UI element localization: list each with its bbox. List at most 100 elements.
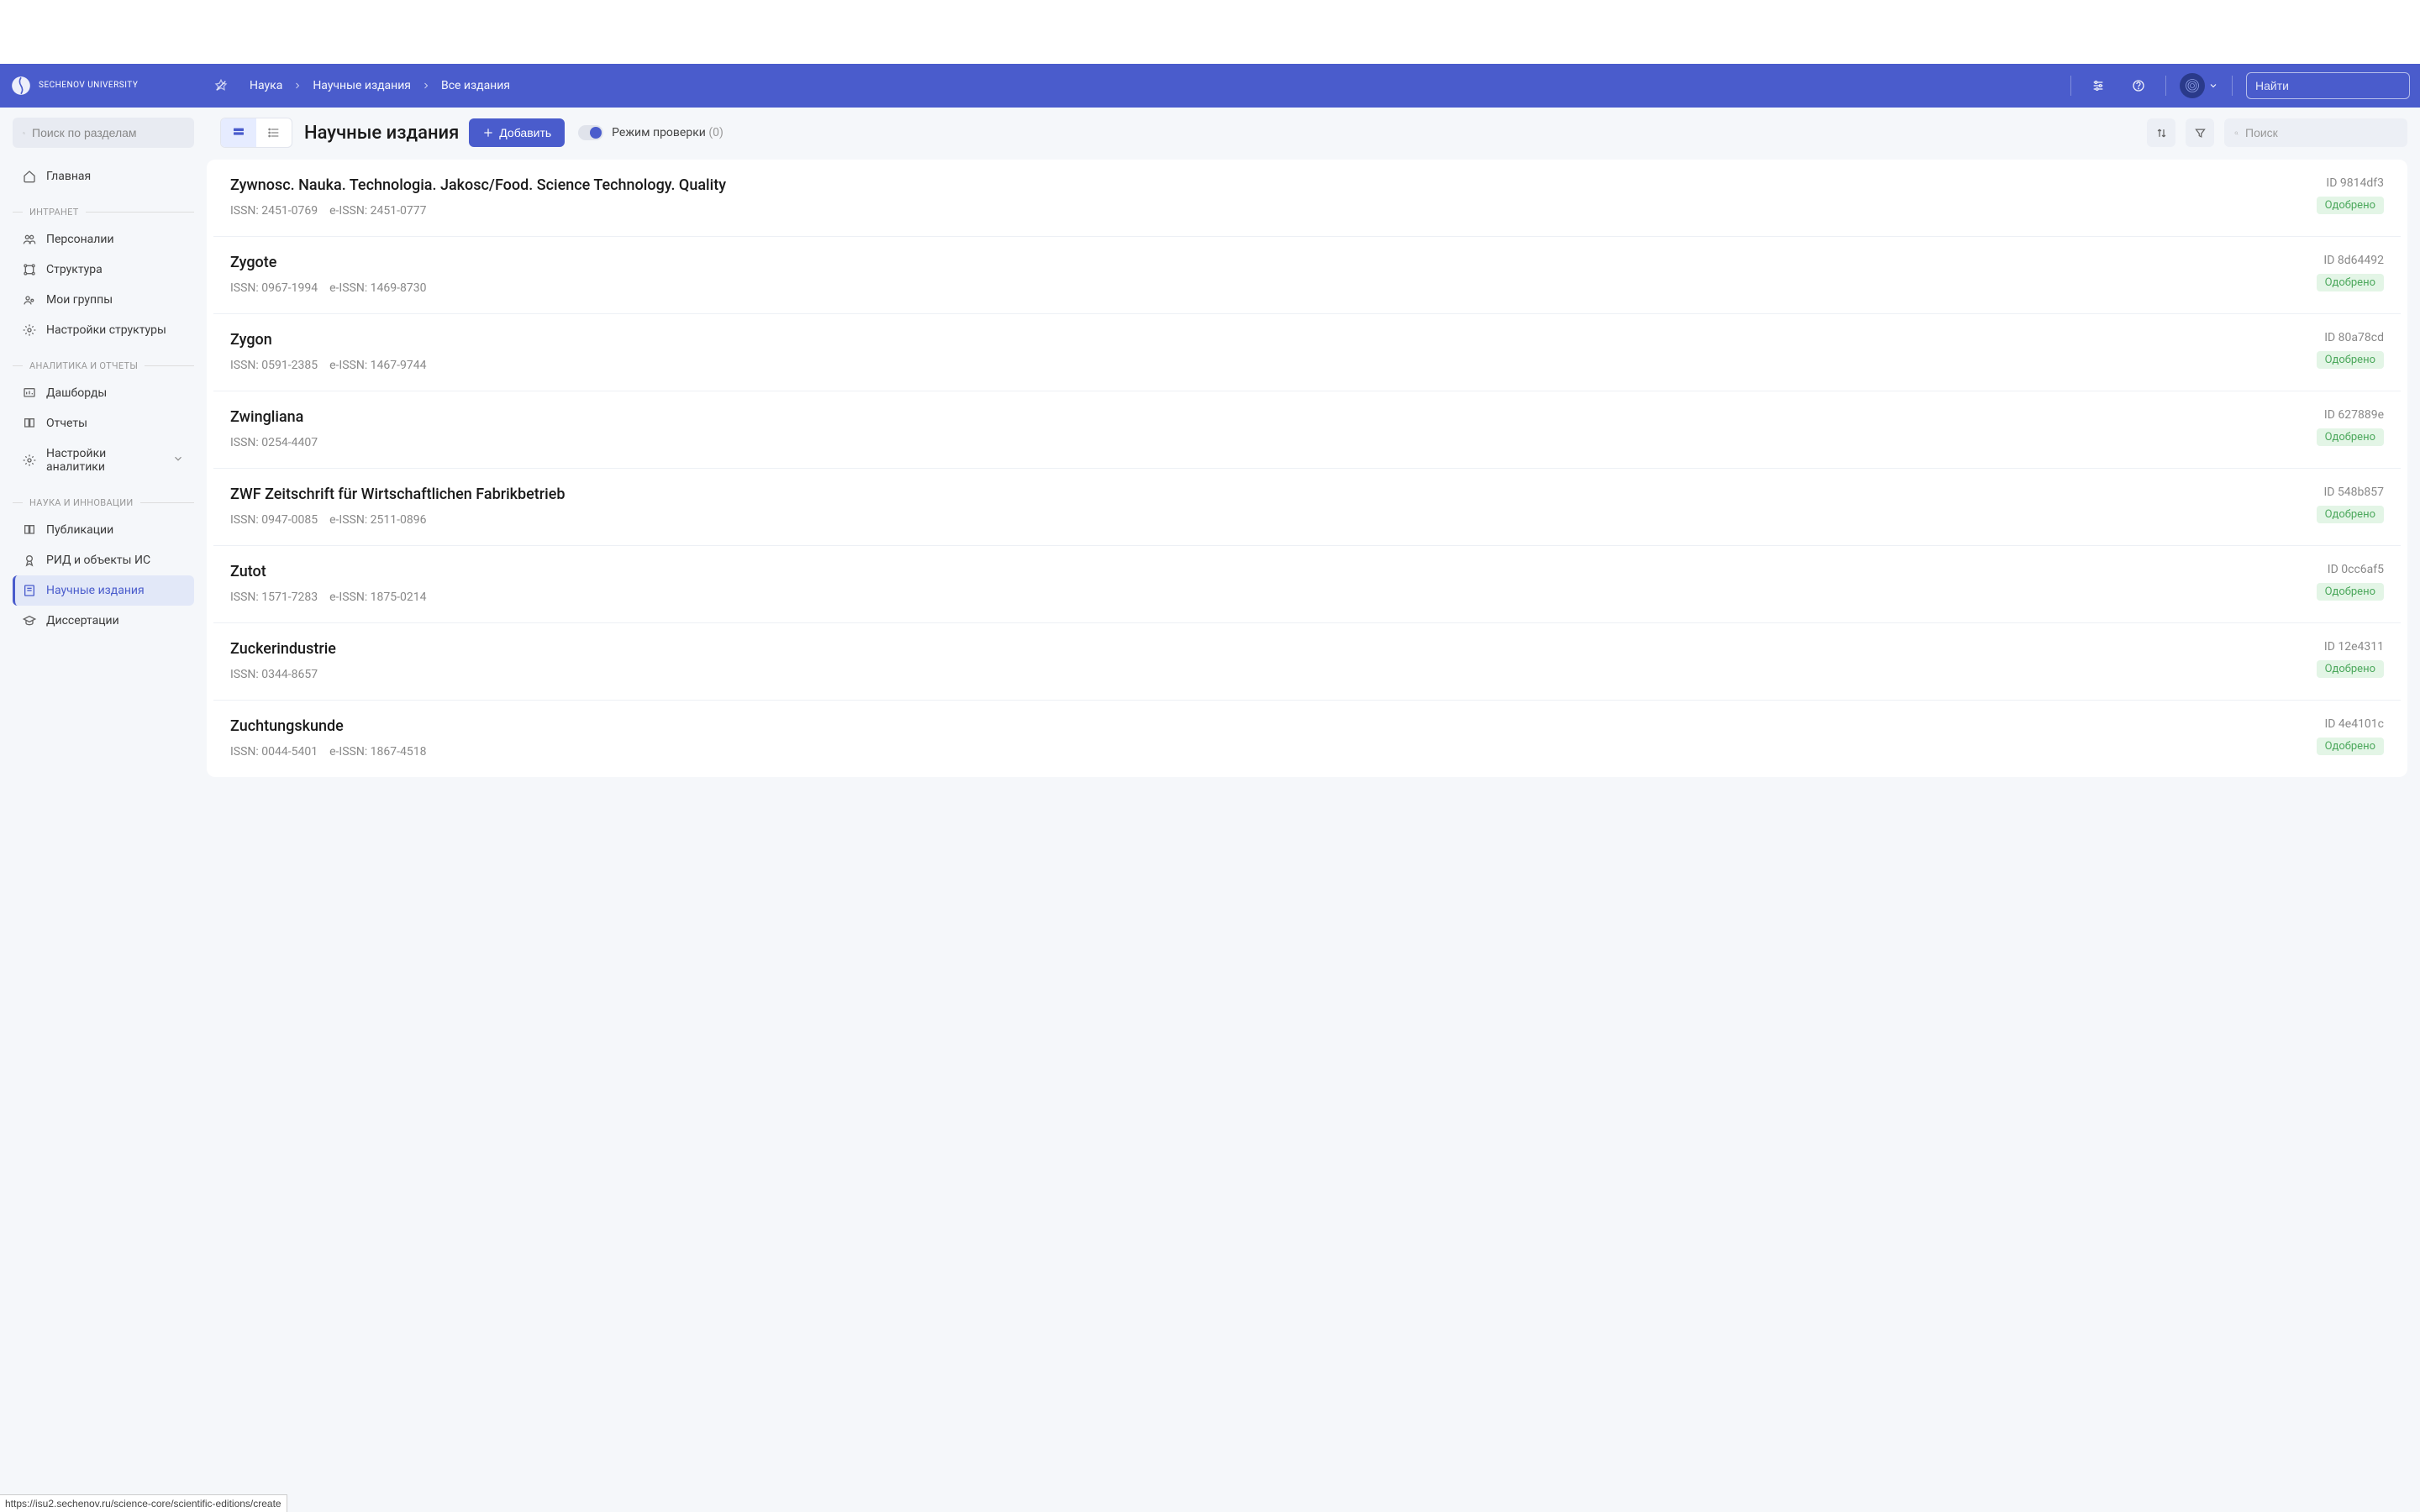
filter-icon (2194, 127, 2207, 139)
sidebar-item-label: РИД и объекты ИС (46, 554, 150, 567)
row-id: ID 627889e (2324, 408, 2384, 422)
check-mode-toggle[interactable] (578, 125, 603, 140)
help-icon (2132, 79, 2145, 92)
sidebar-item-structure[interactable]: Структура (13, 255, 194, 285)
content-search-input[interactable] (2245, 126, 2397, 139)
sidebar-item-home[interactable]: Главная (13, 161, 194, 192)
card-view-icon (232, 126, 245, 139)
sidebar-item-label: Публикации (46, 523, 113, 537)
sidebar-section-header: НАУКА И ИННОВАЦИИ (13, 497, 194, 508)
filter-button[interactable] (2186, 118, 2214, 147)
row-issn: ISSN: 0044-5401 (230, 745, 318, 759)
sidebar-item-scientific-editions[interactable]: Научные издания (13, 575, 194, 606)
journal-icon (23, 584, 36, 597)
row-issn: ISSN: 0254-4407 (230, 436, 318, 449)
row-title: Zutot (230, 563, 2317, 580)
book-icon (23, 523, 36, 537)
sidebar-section-header: АНАЛИТИКА И ОТЧЕТЫ (13, 360, 194, 371)
sidebar-item-label: Главная (46, 170, 91, 183)
help-button[interactable] (2125, 72, 2152, 99)
row-eissn: e-ISSN: 1875-0214 (329, 591, 426, 604)
status-bar-url: https://isu2.sechenov.ru/science-core/sc… (0, 1494, 287, 1512)
people-icon (23, 233, 36, 246)
card-view-button[interactable] (221, 118, 256, 147)
chevron-down-icon (172, 453, 184, 468)
sidebar-search-input[interactable] (32, 126, 184, 139)
row-title: Zygote (230, 254, 2317, 271)
sidebar-item-publications[interactable]: Публикации (13, 515, 194, 545)
award-icon (23, 554, 36, 567)
results-card: Zywnosc. Nauka. Technologia. Jakosc/Food… (207, 160, 2407, 777)
plus-icon (482, 127, 494, 139)
toolbar: Научные издания Добавить Режим проверки … (207, 118, 2407, 160)
content-search[interactable] (2224, 118, 2407, 147)
list-item[interactable]: Zywnosc. Nauka. Technologia. Jakosc/Food… (213, 160, 2401, 237)
chevron-right-icon (292, 81, 302, 91)
row-eissn: e-ISSN: 1867-4518 (329, 745, 426, 759)
status-badge: Одобрено (2317, 660, 2384, 678)
check-mode-label: Режим проверки (0) (612, 126, 723, 139)
row-issn: ISSN: 2451-0769 (230, 204, 318, 218)
structure-icon (23, 263, 36, 276)
list-view-button[interactable] (256, 118, 292, 147)
list-item[interactable]: Zygon ISSN: 0591-2385 e-ISSN: 1467-9744 … (213, 314, 2401, 391)
row-title: Zuchtungskunde (230, 717, 2317, 735)
row-issn: ISSN: 0591-2385 (230, 359, 318, 372)
divider (2232, 76, 2233, 96)
add-button[interactable]: Добавить (469, 118, 565, 147)
sidebar-item-structure-settings[interactable]: Настройки структуры (13, 315, 194, 345)
row-issn: ISSN: 0344-8657 (230, 668, 318, 681)
row-title: Zwingliana (230, 408, 2317, 426)
pin-icon (214, 79, 228, 92)
list-item[interactable]: Zwingliana ISSN: 0254-4407 ID 627889e Од… (213, 391, 2401, 469)
sidebar-item-dissertations[interactable]: Диссертации (13, 606, 194, 636)
list-item[interactable]: Zuchtungskunde ISSN: 0044-5401 e-ISSN: 1… (213, 701, 2401, 777)
view-toggle (220, 118, 292, 148)
global-search-input[interactable] (2255, 79, 2407, 92)
status-badge: Одобрено (2317, 274, 2384, 291)
row-id: ID 548b857 (2323, 486, 2384, 499)
home-icon (23, 170, 36, 183)
row-issn: ISSN: 0967-1994 (230, 281, 318, 295)
fingerprint-icon (2184, 77, 2201, 94)
pin-button[interactable] (208, 72, 234, 99)
sort-button[interactable] (2147, 118, 2175, 147)
row-issn: ISSN: 0947-0085 (230, 513, 318, 527)
breadcrumb-item[interactable]: Научные издания (313, 79, 411, 92)
list-item[interactable]: Zuckerindustrie ISSN: 0344-8657 ID 12e43… (213, 623, 2401, 701)
check-mode-toggle-wrap: Режим проверки (0) (578, 125, 723, 140)
row-id: ID 4e4101c (2324, 717, 2384, 731)
search-icon (2234, 127, 2238, 139)
sliders-icon (2091, 79, 2105, 92)
list-item[interactable]: ZWF Zeitschrift für Wirtschaftlichen Fab… (213, 469, 2401, 546)
chevron-down-icon (2208, 81, 2218, 91)
graduation-icon (23, 614, 36, 627)
blank-top-area (0, 0, 2420, 64)
list-item[interactable]: Zygote ISSN: 0967-1994 e-ISSN: 1469-8730… (213, 237, 2401, 314)
row-title: ZWF Zeitschrift für Wirtschaftlichen Fab… (230, 486, 2317, 503)
list-item[interactable]: Zutot ISSN: 1571-7283 e-ISSN: 1875-0214 … (213, 546, 2401, 623)
search-icon (23, 127, 25, 139)
status-badge: Одобрено (2317, 351, 2384, 369)
logo[interactable]: Sechenov University (10, 75, 208, 97)
breadcrumb-item[interactable]: Все издания (441, 79, 510, 92)
sidebar-item-analytics-settings[interactable]: Настройки аналитики (13, 438, 194, 482)
user-menu[interactable] (2180, 73, 2218, 98)
sidebar-item-label: Персоналии (46, 233, 114, 246)
sidebar-item-label: Отчеты (46, 417, 87, 430)
header: Sechenov University Наука Научные издани… (0, 64, 2420, 108)
sidebar-section-header: ИНТРАНЕТ (13, 207, 194, 218)
sidebar-item-rid[interactable]: РИД и объекты ИС (13, 545, 194, 575)
sidebar-item-groups[interactable]: Мои группы (13, 285, 194, 315)
breadcrumb-item[interactable]: Наука (250, 79, 282, 92)
settings-button[interactable] (2085, 72, 2112, 99)
sidebar-item-dashboards[interactable]: Дашборды (13, 378, 194, 408)
row-id: ID 9814df3 (2326, 176, 2384, 190)
sidebar-item-reports[interactable]: Отчеты (13, 408, 194, 438)
sidebar-item-personnel[interactable]: Персоналии (13, 224, 194, 255)
dashboard-icon (23, 386, 36, 400)
sidebar-item-label: Настройки аналитики (46, 447, 162, 474)
sidebar-search[interactable] (13, 118, 194, 148)
breadcrumb: Наука Научные издания Все издания (250, 79, 510, 92)
global-search[interactable] (2246, 72, 2410, 99)
